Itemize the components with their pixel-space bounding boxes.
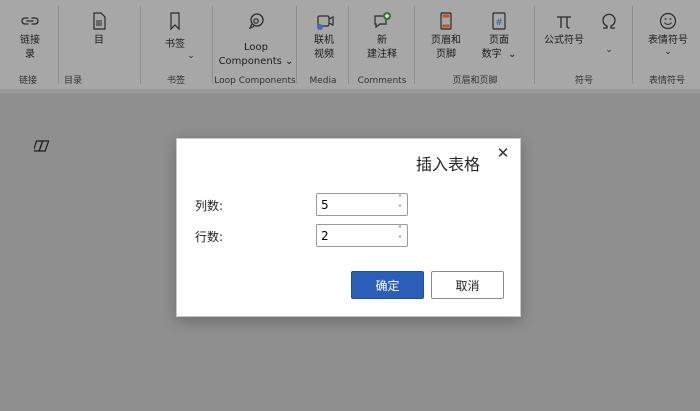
toc-button-label: 目 xyxy=(94,35,104,46)
divider xyxy=(414,6,415,84)
loop-icon xyxy=(248,13,264,30)
rows-arrows: ˄ ˅ xyxy=(394,225,406,246)
emoji-button-label: 表情符号 xyxy=(648,35,688,46)
columns-input[interactable] xyxy=(319,196,393,213)
link-icon xyxy=(21,17,39,25)
group-label-toc: 目录 xyxy=(64,76,83,86)
insert-table-dialog: 插入表格 ✕ 列数: ˄ ˅ 行数: ˄ ˅ 确定 取消 xyxy=(176,138,521,317)
header-footer-icon xyxy=(440,12,452,30)
cancel-button[interactable]: 取消 xyxy=(431,271,504,299)
ribbon-group-link: 链接 录 链接 xyxy=(0,4,56,88)
divider xyxy=(296,6,297,84)
group-label-comments: Comments xyxy=(357,76,407,86)
divider xyxy=(632,6,633,84)
ribbon-group-loop: Loop Components ⌄ Loop Components xyxy=(214,4,296,88)
page-number-button[interactable]: # 页面 数字 ⌄ xyxy=(474,4,524,62)
columns-stepper: ˄ ˅ xyxy=(316,193,408,216)
copilot-icon[interactable] xyxy=(34,138,52,154)
header-footer-line1: 页眉和 xyxy=(431,35,461,46)
video-icon xyxy=(317,15,334,30)
bookmark-button-label: 书签 xyxy=(165,39,185,50)
omega-icon xyxy=(602,13,616,29)
link-button[interactable]: 链接 录 xyxy=(8,4,52,62)
group-label-bookmark: 书签 xyxy=(166,76,185,86)
group-label-media: Media xyxy=(309,76,337,86)
chevron-down-icon: ⌄ xyxy=(605,45,613,55)
ribbon-group-media: 联机 视频 Media xyxy=(298,4,348,88)
group-label-symbols: 符号 xyxy=(574,76,593,86)
group-label-loop: Loop Components xyxy=(214,76,296,86)
loop-components-button[interactable]: Loop Components ⌄ xyxy=(218,4,294,69)
chevron-down-icon: ⌄ xyxy=(664,47,672,57)
document-icon xyxy=(93,12,106,30)
emoji-button[interactable]: 表情符号 ⌄ xyxy=(642,4,694,57)
ribbon-group-toc: 目 目录 xyxy=(60,4,140,88)
divider xyxy=(534,6,535,84)
ribbon-group-header-footer: 页眉和 页脚 # 页面 数字 ⌄ 页眉和页脚 xyxy=(416,4,534,88)
chevron-down-icon[interactable]: ˅ xyxy=(394,204,406,214)
page-number-icon: # xyxy=(492,12,506,30)
bookmark-icon xyxy=(170,12,180,31)
online-video-button[interactable]: 联机 视频 xyxy=(304,4,344,62)
bookmark-button[interactable]: 书签 ⌄ xyxy=(150,4,200,61)
symbol-button[interactable]: ⌄ xyxy=(592,4,626,55)
divider xyxy=(58,6,59,84)
toc-button[interactable]: 目 xyxy=(84,4,114,48)
rows-label: 行数: xyxy=(195,230,224,244)
ribbon: 链接 录 链接 目 目录 书签 ⌄ 书签 Loop Components ⌄ L… xyxy=(0,0,700,90)
ribbon-group-comments: 新 建注释 Comments xyxy=(350,4,414,88)
rows-stepper: ˄ ˅ xyxy=(316,224,408,247)
new-comment-line2: 建注释 xyxy=(367,49,397,60)
columns-label: 列数: xyxy=(195,199,224,213)
equation-button[interactable]: 公式符号 xyxy=(540,4,588,48)
chevron-up-icon[interactable]: ˄ xyxy=(394,194,406,204)
pi-icon xyxy=(557,16,571,29)
loop-button-line2: Components ⌄ xyxy=(218,56,294,67)
rows-input[interactable] xyxy=(319,227,393,244)
smiley-icon xyxy=(659,12,677,30)
ribbon-group-bookmark: 书签 ⌄ 书签 xyxy=(142,4,210,88)
page-number-line2: 数字 ⌄ xyxy=(481,49,517,60)
header-footer-line2: 页脚 xyxy=(436,49,456,60)
chevron-down-icon[interactable]: ˅ xyxy=(394,235,406,245)
link-button-label: 链接 xyxy=(20,35,40,46)
dialog-title: 插入表格 xyxy=(415,155,480,174)
loop-button-line1: Loop xyxy=(244,42,268,53)
online-video-line2: 视频 xyxy=(314,49,334,60)
ok-button[interactable]: 确定 xyxy=(351,271,424,299)
group-label-header-footer: 页眉和页脚 xyxy=(452,76,498,86)
divider xyxy=(212,6,213,84)
chevron-down-icon: ⌄ xyxy=(187,51,195,61)
new-comment-button[interactable]: 新 建注释 xyxy=(358,4,406,62)
divider xyxy=(140,6,141,84)
group-label-link: 链接 xyxy=(18,76,37,86)
svg-text:#: # xyxy=(495,18,503,28)
page-number-line1: 页面 xyxy=(489,35,509,46)
equation-button-label: 公式符号 xyxy=(544,35,584,46)
chevron-up-icon[interactable]: ˄ xyxy=(394,225,406,235)
ribbon-group-emoji: 表情符号 ⌄ 表情符号 xyxy=(634,4,700,88)
link-button-label-2: 录 xyxy=(25,49,35,60)
new-comment-line1: 新 xyxy=(377,35,387,46)
ribbon-group-symbols: 公式符号 ⌄ 符号 xyxy=(536,4,632,88)
group-label-emoji: 表情符号 xyxy=(648,76,685,86)
online-video-line1: 联机 xyxy=(314,35,334,46)
comment-add-icon xyxy=(374,12,391,29)
header-footer-button[interactable]: 页眉和 页脚 xyxy=(422,4,470,62)
close-icon[interactable]: ✕ xyxy=(494,144,512,162)
divider xyxy=(348,6,349,84)
columns-arrows: ˄ ˅ xyxy=(394,194,406,215)
